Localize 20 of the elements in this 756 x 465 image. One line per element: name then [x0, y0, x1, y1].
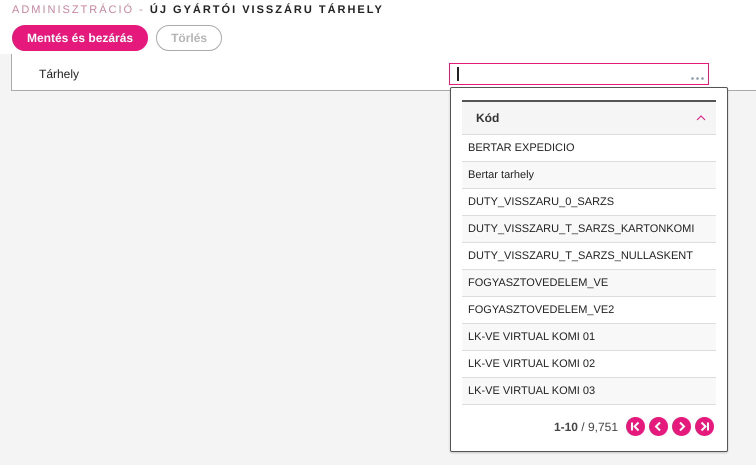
list-row[interactable]: LK-VE VIRTUAL KOMI 03: [462, 378, 716, 405]
list-row[interactable]: DUTY_VISSZARU_T_SARZS_KARTONKOMI: [462, 216, 716, 243]
page-range: 1-10 / 9,751: [554, 418, 618, 436]
first-page-icon[interactable]: [630, 421, 641, 432]
first-page-button[interactable]: [626, 417, 645, 436]
previous-page-button[interactable]: [649, 417, 668, 436]
list-row[interactable]: FOGYASZTOVEDELEM_VE: [462, 270, 716, 297]
list-row[interactable]: LK-VE VIRTUAL KOMI 01: [462, 324, 716, 351]
field-label: Tárhely: [39, 66, 80, 83]
last-page-icon[interactable]: [699, 421, 710, 432]
ellipsis-icon[interactable]: [691, 77, 704, 80]
sort-up-icon[interactable]: [696, 115, 706, 121]
column-header[interactable]: Kód: [462, 100, 716, 135]
last-page-button[interactable]: [695, 417, 714, 436]
page-title: ÚJ GYÁRTÓI VISSZÁRU TÁRHELY: [150, 4, 384, 16]
lookup-field[interactable]: [449, 63, 709, 85]
text-cursor: [457, 67, 459, 81]
save-close-button[interactable]: Mentés és bezárás: [12, 25, 148, 51]
list-row[interactable]: Bertar tarhely: [462, 162, 716, 189]
next-page-button[interactable]: [672, 417, 691, 436]
